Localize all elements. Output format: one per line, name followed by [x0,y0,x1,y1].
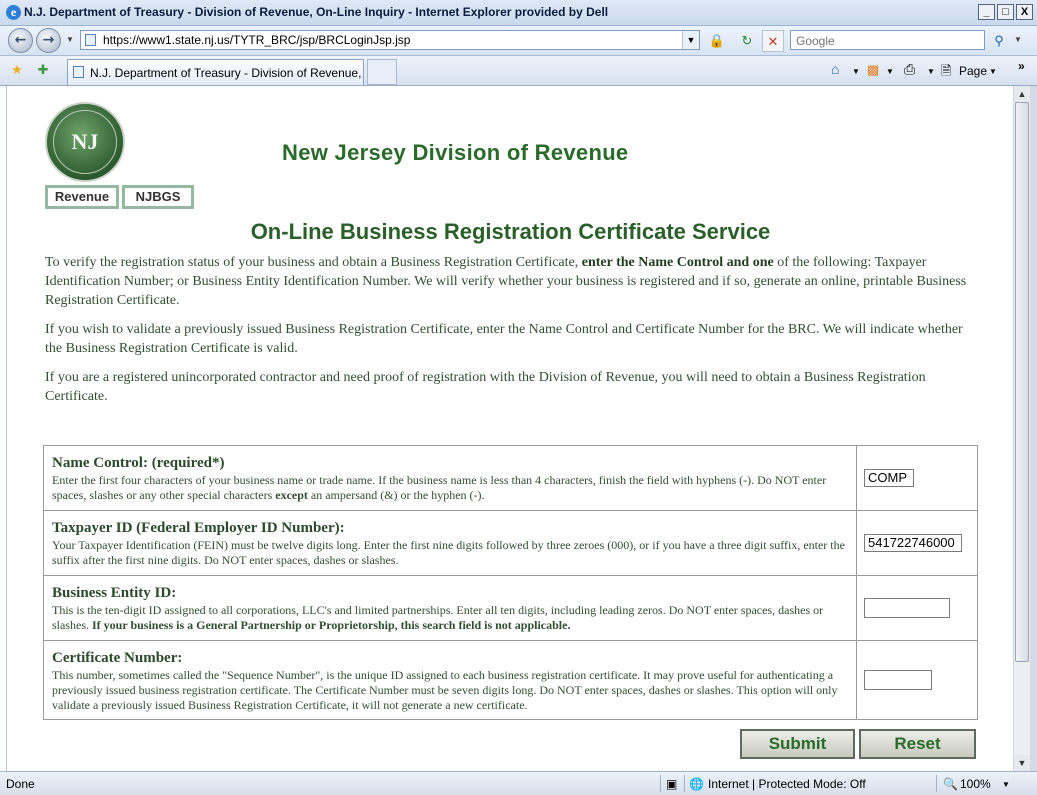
tab-active[interactable]: N.J. Department of Treasury - Division o… [67,59,364,85]
field-help-emphasis: If your business is a General Partnershi… [92,618,571,632]
search-input[interactable] [794,32,978,50]
page-icon [85,34,96,46]
status-divider [660,775,661,792]
feeds-dropdown-icon[interactable]: ▼ [886,67,894,76]
search-icon[interactable]: ⚲ [988,30,1010,52]
revenue-link[interactable]: Revenue [45,185,119,209]
zoom-icon[interactable]: 🔍 [943,777,958,791]
form-row-certificate-number: Certificate Number: This number, sometim… [43,640,978,720]
maximize-button[interactable]: □ [997,4,1014,20]
window-title: N.J. Department of Treasury - Division o… [24,5,609,19]
business-entity-id-cell [856,575,978,641]
internet-zone-icon: 🌐 [689,777,704,791]
add-favorites-icon[interactable]: ✚ [32,59,54,81]
page-dropdown-icon[interactable]: ▼ [989,67,997,76]
intro-emphasis: enter the Name Control and one [581,255,774,270]
home-icon[interactable]: ⌂ [831,61,839,77]
form-row-name-control: Name Control: (required*) Enter the firs… [43,445,978,511]
form-row-business-entity-id: Business Entity ID: This is the ten-digi… [43,575,978,641]
certificate-number-description: Certificate Number: This number, sometim… [43,640,857,720]
new-tab-button[interactable] [367,59,397,85]
popup-blocked-icon[interactable]: ▣ [666,777,677,791]
taxpayer-id-cell [856,510,978,576]
name-control-input[interactable] [864,468,914,487]
field-help-text: Your Taxpayer Identification (FEIN) must… [52,538,845,567]
window-controls: _ □ X [978,4,1033,20]
zoom-dropdown-icon[interactable]: ▼ [1002,780,1010,789]
window-frame-edge [1030,86,1037,771]
status-divider [684,775,685,792]
business-entity-id-input[interactable] [864,598,950,618]
close-window-button[interactable]: X [1016,4,1033,20]
print-icon[interactable]: ⎙ [904,61,915,78]
status-bar: Done ▣ 🌐 Internet | Protected Mode: Off … [0,771,1037,795]
stop-icon[interactable]: ✕ [762,30,784,52]
name-control-label: Name Control: (required*) [52,455,225,471]
tab-page-icon [73,66,84,78]
chevron-more-icon[interactable]: » [1018,59,1025,73]
print-dropdown-icon[interactable]: ▼ [927,67,935,76]
zoom-level[interactable]: 100% [960,777,991,791]
refresh-icon[interactable]: ↻ [736,30,758,52]
address-dropdown-icon[interactable]: ▼ [682,31,699,49]
submit-button[interactable]: Submit [740,729,855,759]
home-dropdown-icon[interactable]: ▼ [852,67,860,76]
name-control-cell [856,445,978,511]
scroll-down-icon[interactable]: ▼ [1014,755,1030,771]
business-entity-id-label: Business Entity ID: [52,585,177,601]
name-control-description: Name Control: (required*) Enter the firs… [43,445,857,511]
certificate-number-cell [856,640,978,720]
window-titlebar: e N.J. Department of Treasury - Division… [0,0,1037,26]
certificate-number-label: Certificate Number: [52,650,183,666]
status-divider [936,775,937,792]
forward-arrow-icon[interactable]: → [36,28,61,53]
search-box[interactable] [790,30,985,50]
site-title: New Jersey Division of Revenue [282,140,629,165]
minimize-button[interactable]: _ [978,4,995,20]
search-options-dropdown-icon[interactable]: ▼ [1014,35,1022,44]
ie-logo-icon: e [6,5,21,20]
scroll-thumb[interactable] [1015,102,1029,662]
feeds-icon[interactable]: ▩ [867,62,879,78]
form-row-taxpayer-id: Taxpayer ID (Federal Employer ID Number)… [43,510,978,576]
intro-paragraph-1: To verify the registration status of you… [45,253,980,310]
intro-paragraph-2: If you wish to validate a previously iss… [45,322,963,356]
security-zone-text[interactable]: Internet | Protected Mode: Off [708,777,866,791]
page-title: On-Line Business Registration Certificat… [250,219,771,244]
intro-paragraph-3: If you are a registered unincorporated c… [45,370,926,404]
lookup-form: Name Control: (required*) Enter the firs… [43,445,978,720]
certificate-number-input[interactable] [864,670,932,690]
vertical-scrollbar[interactable]: ▲ ▼ [1013,86,1030,771]
business-entity-id-description: Business Entity ID: This is the ten-digi… [43,575,857,641]
address-url[interactable]: https://www1.state.nj.us/TYTR_BRC/jsp/BR… [103,33,410,47]
taxpayer-id-description: Taxpayer ID (Federal Employer ID Number)… [43,510,857,576]
address-bar[interactable]: https://www1.state.nj.us/TYTR_BRC/jsp/BR… [80,30,700,50]
logo-nj-text: NJ [71,129,99,154]
field-help-emphasis: except [275,488,308,502]
page-menu[interactable]: Page [959,64,987,78]
favorites-star-icon[interactable]: ★ [6,59,28,81]
status-text: Done [6,777,35,791]
njbgs-link[interactable]: NJBGS [122,185,194,209]
njbgs-logo: NJ [45,102,125,182]
scroll-up-icon[interactable]: ▲ [1014,86,1030,102]
lock-icon[interactable]: 🔒 [706,30,728,52]
field-help-text: an ampersand (&) or the hyphen (-). [307,488,485,502]
field-help-text: This number, sometimes called the "Seque… [52,668,838,712]
reset-button[interactable]: Reset [859,729,976,759]
tab-bar: ★ ✚ N.J. Department of Treasury - Divisi… [0,56,1037,86]
tab-title: N.J. Department of Treasury - Division o… [90,66,364,80]
taxpayer-id-label: Taxpayer ID (Federal Employer ID Number)… [52,520,345,536]
taxpayer-id-input[interactable] [864,533,962,552]
recent-pages-dropdown-icon[interactable]: ▼ [66,35,74,44]
navigation-bar: ← → ▼ https://www1.state.nj.us/TYTR_BRC/… [0,26,1037,56]
back-arrow-icon[interactable]: ← [8,28,33,53]
page-icon-toolbar[interactable]: 🗎 [941,62,951,84]
page-content: NJ Revenue NJBGS New Jersey Division of … [6,86,1014,771]
intro-text: To verify the registration status of you… [45,255,582,270]
